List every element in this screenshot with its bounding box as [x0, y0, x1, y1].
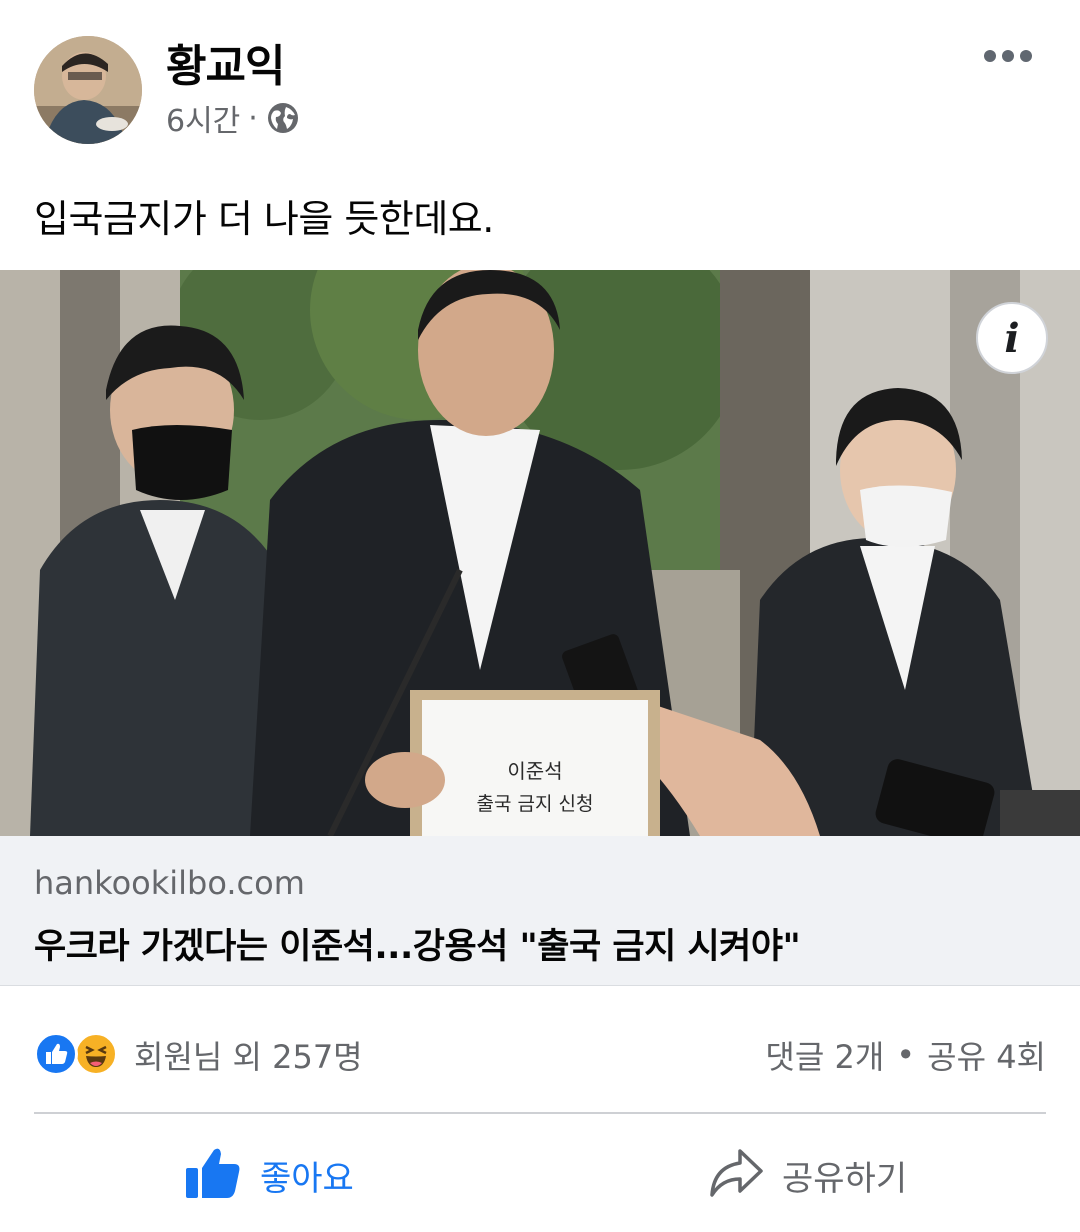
meta-separator: ·	[248, 100, 258, 136]
post-card: 황교익 6시간 · 입국금지가 더 나을 듯한데요. 이준석 출국 금지 신청 …	[0, 0, 1080, 1232]
author-avatar[interactable]	[34, 36, 142, 144]
more-dot-icon	[1002, 50, 1014, 62]
like-button[interactable]: 좋아요	[184, 1140, 354, 1210]
share-count[interactable]: 공유 4회	[927, 1032, 1046, 1078]
link-preview-card[interactable]: 이준석 출국 금지 신청 i hankookilbo.com 우크라 가겠다는 …	[0, 270, 1080, 986]
reaction-icons[interactable]	[34, 1030, 130, 1078]
thumbs-up-icon	[184, 1146, 242, 1204]
stats-separator: •	[896, 1036, 916, 1074]
more-options-button[interactable]	[978, 36, 1038, 76]
more-dot-icon	[984, 50, 996, 62]
post-timestamp[interactable]: 6시간	[166, 96, 240, 140]
link-preview-image[interactable]: 이준석 출국 금지 신청 i	[0, 270, 1080, 836]
post-meta: 6시간 ·	[166, 96, 300, 140]
reactions-summary: 회원님 외 257명 댓글 2개 • 공유 4회	[34, 1030, 1046, 1078]
haha-reaction-icon	[74, 1032, 118, 1076]
sign-text-line2: 출국 금지 신청	[477, 793, 594, 815]
share-button[interactable]: 공유하기	[708, 1140, 907, 1210]
engagement-stats: 댓글 2개 • 공유 4회	[765, 1032, 1046, 1078]
author-name[interactable]: 황교익	[166, 30, 285, 94]
globe-icon[interactable]	[266, 101, 300, 135]
link-domain: hankookilbo.com	[34, 864, 305, 902]
link-preview-meta[interactable]: hankookilbo.com 우크라 가겠다는 이준석...강용석 "출국 금…	[0, 836, 1080, 986]
share-label: 공유하기	[782, 1158, 908, 1199]
reaction-count[interactable]: 회원님 외 257명	[134, 1032, 363, 1078]
comment-count[interactable]: 댓글 2개	[765, 1032, 884, 1078]
sign-text-line1: 이준석	[507, 759, 562, 783]
like-label: 좋아요	[260, 1158, 354, 1199]
like-reaction-icon	[34, 1032, 78, 1076]
more-dot-icon	[1020, 50, 1032, 62]
divider	[34, 1112, 1046, 1114]
share-arrow-icon	[708, 1147, 764, 1203]
post-text: 입국금지가 더 나을 듯한데요.	[34, 197, 494, 241]
info-button[interactable]: i	[976, 302, 1048, 374]
link-title[interactable]: 우크라 가겠다는 이준석...강용석 "출국 금지 시켜야"	[34, 918, 801, 969]
